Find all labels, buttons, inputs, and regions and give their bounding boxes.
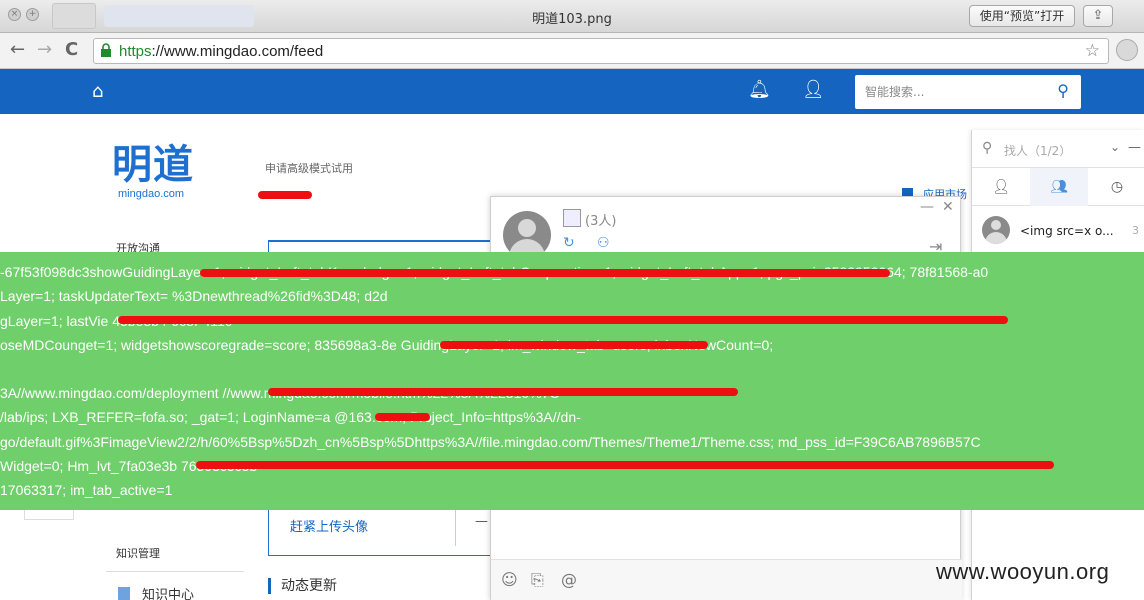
emoji-icon[interactable]: ☺ <box>501 570 518 589</box>
site-nav-bar: ⌂ 🔔︎ 👤︎ 智能搜索... ⚲ <box>0 69 1144 114</box>
bell-icon[interactable]: 🔔︎ <box>748 79 771 100</box>
close-icon[interactable]: — <box>1128 140 1141 155</box>
alert-line: 17063317; im_tab_active=1 <box>0 482 173 498</box>
forward-arrow-icon[interactable]: → <box>37 39 52 60</box>
share-icon[interactable]: ⇪ <box>1083 5 1113 27</box>
alert-line: /lab/ips; LXB_REFER=fofa.so; _gat=1; Log… <box>0 409 581 425</box>
bookmark-star-icon[interactable]: ☆ <box>1085 41 1100 61</box>
search-placeholder: 智能搜索... <box>865 85 925 99</box>
tab-recent[interactable]: ◷ <box>1088 168 1144 206</box>
url-text: https://www.mingdao.com/feed <box>119 43 323 60</box>
search-icon[interactable]: ⚲ <box>1057 81 1069 100</box>
knowledge-management-title: 知识管理 <box>116 547 160 560</box>
alert-line: go/default.gif%3FimageView2/2/h/60%5Bsp%… <box>0 434 981 450</box>
redaction-mark <box>440 341 708 349</box>
contact-badge: 3 <box>1132 224 1139 237</box>
chat-members-icon[interactable]: ⚇ <box>597 235 610 251</box>
tab-groups[interactable]: 👥︎ <box>1030 168 1088 206</box>
browser-menu-icon[interactable] <box>1116 39 1138 61</box>
chevron-down-icon[interactable]: ⌄ <box>1110 140 1120 154</box>
dash-icon: — <box>475 514 488 529</box>
window-titlebar: × + 明道103.png 使用“预览”打开 ⇪ <box>0 0 1144 33</box>
divider <box>455 510 456 546</box>
feed-updates-title: 动态更新 <box>268 578 337 594</box>
url-scheme: https <box>119 43 152 60</box>
avatar <box>982 216 1010 244</box>
contact-tabs: 👤︎ 👥︎ ◷ <box>972 168 1144 206</box>
close-icon[interactable]: ✕ <box>942 199 954 215</box>
redaction-mark <box>258 191 312 199</box>
sidebar-item-knowledge-center[interactable]: 知识中心 <box>118 584 194 600</box>
alert-line: Layer=1; taskUpdaterText= %3Dnewthread%2… <box>0 288 388 304</box>
contact-list-item[interactable]: <img src=x o... 3 <box>972 210 1144 250</box>
logo-main-text: 明道 <box>112 142 194 188</box>
browser-toolbar: ← → C https://www.mingdao.com/feed ☆ <box>0 33 1144 69</box>
mingdao-logo[interactable]: 明道 mingdao.com <box>112 142 194 200</box>
divider <box>106 571 244 572</box>
open-in-preview-button[interactable]: 使用“预览”打开 <box>969 5 1075 27</box>
contact-search[interactable]: ⚲ 找人（1/2） ⌄ — <box>972 130 1144 168</box>
attachment-icon[interactable]: ⎘ <box>531 570 544 590</box>
alert-overlay: -67f53f098dc3showGuidingLayer=1; widget_… <box>0 252 1144 510</box>
upgrade-trial-link[interactable]: 申请高级模式试用 <box>265 160 353 176</box>
reload-icon[interactable]: C <box>65 39 78 60</box>
user-icon[interactable]: 👤︎ <box>802 79 825 100</box>
redaction-mark <box>268 388 738 396</box>
broken-image-icon <box>563 209 581 227</box>
lock-icon <box>101 43 111 57</box>
minimize-icon[interactable]: — <box>920 199 934 215</box>
mention-icon[interactable]: @ <box>561 570 577 589</box>
logo-sub-text: mingdao.com <box>118 188 185 200</box>
address-bar[interactable]: https://www.mingdao.com/feed ☆ <box>93 38 1109 64</box>
redaction-mark <box>196 461 1054 469</box>
redaction-mark <box>375 413 430 421</box>
redaction-mark <box>118 316 1008 324</box>
upload-avatar-link[interactable]: 赶紧上传头像 <box>290 516 368 535</box>
contact-search-placeholder: 找人（1/2） <box>1004 144 1072 158</box>
contact-name: <img src=x o... <box>1020 224 1114 238</box>
home-icon[interactable]: ⌂ <box>92 81 103 102</box>
smart-search-input[interactable]: 智能搜索... ⚲ <box>855 75 1081 109</box>
chat-member-count: (3人) <box>585 214 617 229</box>
chat-settings-icon[interactable]: ↻ <box>563 235 575 251</box>
back-arrow-icon[interactable]: ← <box>10 39 25 60</box>
sidebar-item-label: 知识中心 <box>142 588 195 600</box>
url-path: ://www.mingdao.com/feed <box>151 43 324 60</box>
watermark: www.wooyun.org <box>936 559 1110 584</box>
redaction-mark <box>200 269 890 277</box>
search-icon: ⚲ <box>982 140 993 156</box>
book-icon <box>118 587 130 600</box>
tab-contacts[interactable]: 👤︎ <box>972 168 1030 206</box>
chat-input-toolbar: ☺ ⎘ @ <box>491 559 962 600</box>
